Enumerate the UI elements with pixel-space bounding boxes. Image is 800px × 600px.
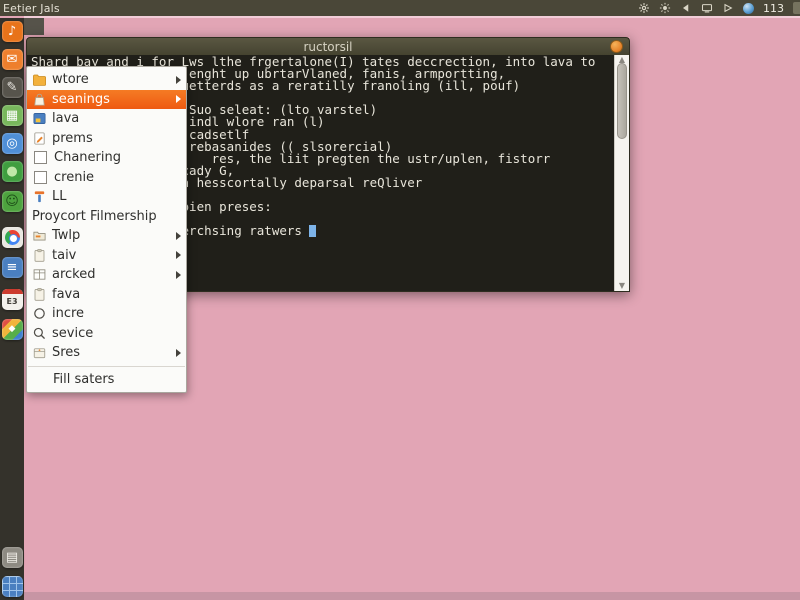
- menu-item-label: LL: [52, 189, 67, 204]
- desktop-bottom-strip: [24, 592, 800, 600]
- active-app-title: Eetier Jals: [3, 2, 60, 15]
- menu-item-prems[interactable]: prems: [27, 129, 186, 149]
- menu-item-label: arcked: [52, 267, 96, 282]
- notification-count[interactable]: 113: [763, 2, 784, 15]
- menu-item-sevice[interactable]: sevice: [27, 324, 186, 344]
- sphere-app-icon[interactable]: ●: [2, 161, 23, 182]
- menu-item-fill-saters[interactable]: Fill saters: [27, 370, 186, 390]
- checkbox-icon: [34, 151, 47, 164]
- scrollbar-thumb[interactable]: [617, 63, 627, 139]
- launcher-sidebar: ♪ ✉ ✎ ▦ ◎ ● ☺ ≡ E3 ◆ ▤: [0, 18, 24, 600]
- spreadsheet-app-icon[interactable]: ▦: [2, 105, 23, 126]
- menu-item-label: taiv: [52, 248, 76, 263]
- volume-icon[interactable]: [680, 2, 692, 14]
- display-icon[interactable]: [701, 2, 713, 14]
- submenu-arrow-icon: [176, 271, 181, 279]
- folder-icon: [32, 72, 47, 87]
- brightness-icon[interactable]: [659, 2, 671, 14]
- shredder-app-icon[interactable]: ▤: [2, 547, 23, 568]
- clipboard-icon: [32, 287, 47, 302]
- gear-icon[interactable]: [638, 2, 650, 14]
- menu-item-proycort-filmership[interactable]: Proycort Filmership: [27, 207, 186, 227]
- top-panel: Eetier Jals 113: [0, 0, 800, 16]
- clipboard-icon: [32, 248, 47, 263]
- system-tray: 113: [638, 2, 800, 15]
- box-icon: [32, 345, 47, 360]
- menu-item-label: incre: [52, 306, 84, 321]
- input-indicator-icon[interactable]: [722, 2, 734, 14]
- menu-separator: [28, 366, 185, 367]
- documents-app-icon[interactable]: ≡: [2, 257, 23, 278]
- menu-item-wtore[interactable]: wtore: [27, 70, 186, 90]
- submenu-arrow-icon: [176, 76, 181, 84]
- menu-item-label: prems: [52, 131, 93, 146]
- search-icon: [32, 326, 47, 341]
- menu-item-label: Twlp: [52, 228, 80, 243]
- menu-item-seanings[interactable]: seanings: [27, 90, 186, 110]
- window-corner-fragment: [24, 18, 44, 35]
- menu-item-label: sevice: [52, 326, 93, 341]
- menu-item-taiv[interactable]: taiv: [27, 246, 186, 266]
- menu-item-label: Proycort Filmership: [32, 209, 157, 224]
- submenu-arrow-icon: [176, 95, 181, 103]
- checkbox-icon: [34, 171, 47, 184]
- tool-icon: [32, 189, 47, 204]
- browser-app-icon[interactable]: ◎: [2, 133, 23, 154]
- menu-item-label: Chanering: [54, 150, 121, 165]
- chrome-app-icon[interactable]: [2, 227, 23, 248]
- tools-app-icon[interactable]: ✎: [2, 77, 23, 98]
- submenu-arrow-icon: [176, 251, 181, 259]
- folder2-icon: [32, 228, 47, 243]
- music-app-icon[interactable]: ♪: [2, 21, 23, 42]
- menu-item-incre[interactable]: incre: [27, 304, 186, 324]
- menu-item-label: Fill saters: [53, 372, 114, 387]
- grid-icon: [32, 267, 47, 282]
- menu-item-label: crenie: [54, 170, 94, 185]
- menu-item-fava[interactable]: fava: [27, 285, 186, 305]
- appblue-icon: [32, 111, 47, 126]
- menu-item-arcked[interactable]: arcked: [27, 265, 186, 285]
- terminal-scrollbar[interactable]: ▲ ▼: [614, 55, 629, 291]
- mail-app-icon[interactable]: ✉: [2, 49, 23, 70]
- workspace-app-icon[interactable]: [2, 576, 23, 597]
- chat-app-icon[interactable]: ☺: [2, 191, 23, 212]
- scroll-down-icon[interactable]: ▼: [619, 282, 625, 290]
- terminal-cursor: [309, 225, 316, 237]
- menu-item-label: fava: [52, 287, 80, 302]
- docpen-icon: [32, 131, 47, 146]
- close-button[interactable]: [610, 40, 623, 53]
- panel-accent-line: [24, 16, 800, 18]
- menu-item-label: Sres: [52, 345, 80, 360]
- submenu-arrow-icon: [176, 232, 181, 240]
- menu-item-twlp[interactable]: Twlp: [27, 226, 186, 246]
- editor-app-icon[interactable]: E3: [2, 289, 23, 310]
- network-icon[interactable]: [793, 2, 800, 14]
- menu-item-lava[interactable]: lava: [27, 109, 186, 129]
- context-menu: wtore seanings lava prems Chanering crenie LL P…: [26, 66, 187, 393]
- circle-icon: [32, 306, 47, 321]
- menu-item-crenie[interactable]: crenie: [27, 168, 186, 188]
- submenu-arrow-icon: [176, 349, 181, 357]
- menu-item-label: lava: [52, 111, 79, 126]
- terminal-title: ructorsil: [303, 40, 352, 54]
- menu-item-label: wtore: [52, 72, 89, 87]
- bag-icon: [32, 92, 47, 107]
- menu-item-label: seanings: [52, 92, 110, 107]
- menu-item-ll[interactable]: LL: [27, 187, 186, 207]
- gallery-app-icon[interactable]: ◆: [2, 319, 23, 340]
- status-orb-icon[interactable]: [743, 3, 754, 14]
- menu-item-sres[interactable]: Sres: [27, 343, 186, 363]
- menu-item-chanering[interactable]: Chanering: [27, 148, 186, 168]
- terminal-titlebar[interactable]: ructorsil: [26, 37, 630, 55]
